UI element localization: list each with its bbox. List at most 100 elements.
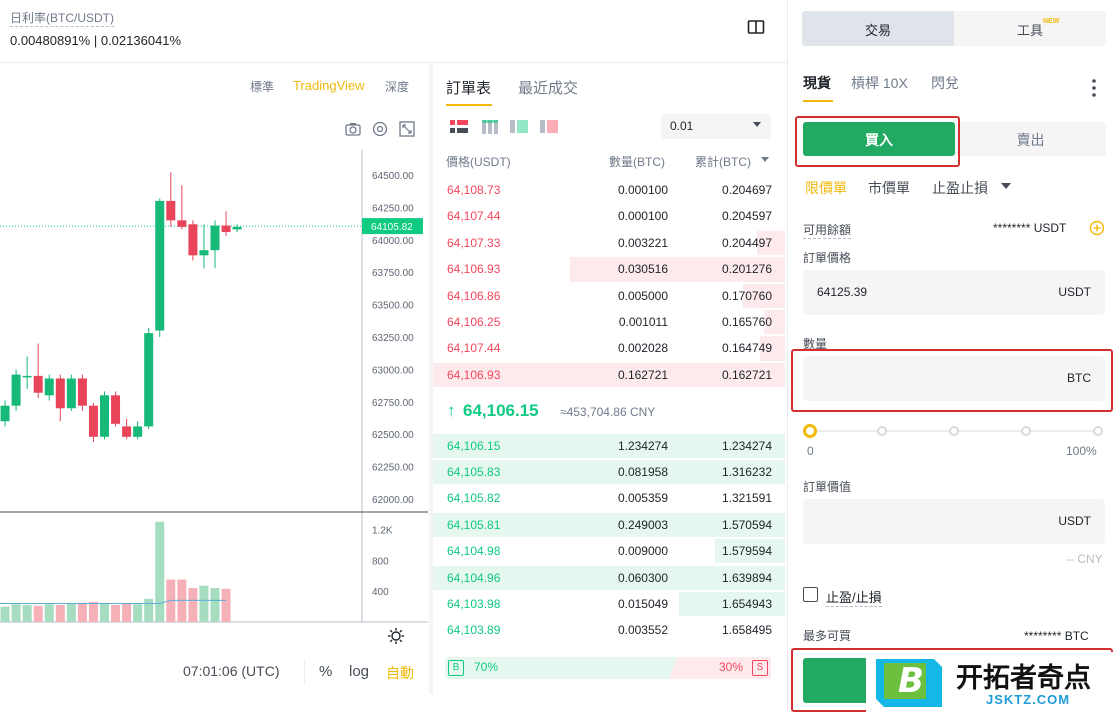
price-tick-label: 63750.00 (372, 268, 414, 279)
mode-convert[interactable]: 閃兌 (931, 73, 959, 93)
order-value-input[interactable]: USDT (803, 499, 1105, 544)
ask-row[interactable]: 64,107.33 0.003221 0.204497 (433, 230, 785, 256)
available-balance-value: ******** USDT (993, 221, 1067, 235)
chart-tab-depth[interactable]: 深度 (385, 78, 409, 95)
precision-select[interactable]: 0.01 (661, 114, 771, 139)
book-view-grid-icon[interactable] (482, 119, 498, 134)
funding-rate-value: 0.00480891% | 0.02136041% (10, 33, 182, 48)
volume-bar (199, 585, 209, 622)
funding-rate-label[interactable]: 日利率(BTC/USDT) (10, 9, 114, 27)
ask-row[interactable]: 64,107.44 0.002028 0.164749 (433, 335, 785, 361)
stop-dropdown-icon[interactable] (1001, 183, 1011, 189)
mode-margin[interactable]: 槓桿 10X (851, 73, 908, 93)
add-funds-icon[interactable] (1089, 220, 1105, 236)
book-view-both-icon[interactable] (450, 119, 468, 133)
order-type-limit[interactable]: 限價單 (805, 178, 847, 198)
ask-row[interactable]: 64,106.25 0.001011 0.165760 (433, 309, 785, 335)
chart-tab-tradingview[interactable]: TradingView (293, 78, 365, 93)
candle-body (133, 426, 143, 437)
bid-total: 1.639894 (721, 570, 772, 585)
chart-auto-toggle[interactable]: 自動 (386, 663, 414, 683)
bid-price: 64,106.15 (447, 438, 501, 453)
slider-max-label: 100% (1066, 444, 1097, 458)
bid-row[interactable]: 64,103.89 0.003552 1.658495 (433, 617, 785, 643)
tab-tools[interactable]: 工具 NEW (954, 11, 1106, 46)
candle-body (44, 378, 54, 396)
tab-tools-label: 工具 (1017, 23, 1044, 38)
ask-row[interactable]: 64,106.93 0.162721 0.162721 (433, 362, 785, 388)
ask-row[interactable]: 64,107.44 0.000100 0.204597 (433, 203, 785, 229)
more-options-icon[interactable] (1091, 78, 1097, 98)
volume-tick-label: 1.2K (372, 525, 393, 536)
candle-body (188, 224, 198, 256)
bid-row[interactable]: 64,106.15 1.234274 1.234274 (433, 433, 785, 459)
chart-tab-standard[interactable]: 標準 (250, 78, 274, 95)
ask-qty: 0.000100 (617, 183, 668, 197)
order-price-label: 訂單價格 (803, 251, 852, 265)
amount-slider-handle[interactable] (803, 424, 817, 438)
bid-row[interactable]: 64,103.98 0.015049 1.654943 (433, 591, 785, 617)
available-balance-label: 可用餘額 (803, 223, 852, 239)
bid-row[interactable]: 64,104.96 0.060300 1.639894 (433, 565, 785, 591)
volume-bar (210, 588, 220, 622)
ask-row[interactable]: 64,108.73 0.000100 0.204697 (433, 177, 785, 203)
bid-row[interactable]: 64,104.98 0.009000 1.579594 (433, 538, 785, 564)
ask-price: 64,106.93 (447, 367, 501, 382)
order-type-market[interactable]: 市價單 (868, 178, 910, 198)
ask-total: 0.201276 (721, 262, 772, 277)
sun-settings-icon[interactable] (387, 627, 405, 645)
footer-divider (304, 660, 305, 684)
bid-qty: 0.081958 (617, 464, 668, 479)
slider-step-25[interactable] (877, 426, 887, 436)
tab-orderbook[interactable]: 訂單表 (446, 77, 491, 98)
bid-row[interactable]: 64,105.81 0.249003 1.570594 (433, 512, 785, 538)
col-total-header[interactable]: 累計(BTC) (695, 153, 751, 170)
slider-step-75[interactable] (1021, 426, 1031, 436)
slider-step-50[interactable] (949, 426, 959, 436)
chart-log-toggle[interactable]: log (349, 663, 369, 680)
settings-icon[interactable] (372, 121, 388, 137)
bid-price: 64,103.98 (447, 596, 501, 611)
buy-ratio-badge: B (448, 660, 464, 676)
bid-price: 64,104.96 (447, 570, 501, 585)
chart-percent-toggle[interactable]: % (319, 663, 332, 680)
ask-row[interactable]: 64,106.86 0.005000 0.170760 (433, 283, 785, 309)
price-tick-label: 64500.00 (372, 171, 414, 182)
ask-total: 0.204597 (721, 209, 772, 224)
book-open-icon[interactable] (747, 19, 765, 35)
volume-bar (155, 521, 165, 622)
tab-trade[interactable]: 交易 (802, 11, 954, 46)
ask-row[interactable]: 64,106.93 0.030516 0.201276 (433, 256, 785, 282)
price-chart[interactable]: 64500.00 64250.00 64000.00 63750.00 63500.00… (0, 150, 428, 630)
book-view-bids-icon[interactable] (510, 119, 528, 133)
price-tick-label: 62500.00 (372, 430, 414, 441)
panel-divider (787, 0, 788, 713)
candle-body (111, 395, 121, 424)
bid-qty: 0.003552 (617, 623, 668, 638)
mode-spot[interactable]: 現貨 (803, 73, 831, 93)
slider-step-100[interactable] (1093, 426, 1103, 436)
price-tick-label: 62250.00 (372, 463, 414, 474)
bid-row[interactable]: 64,105.83 0.081958 1.316232 (433, 459, 785, 485)
candle-body (66, 378, 76, 409)
price-tick-label: 63250.00 (372, 333, 414, 344)
order-price-value: 64125.39 (817, 285, 868, 299)
col-price-header: 價格(USDT) (446, 155, 511, 169)
volume-bar (0, 606, 10, 622)
tab-recent-trades[interactable]: 最近成交 (518, 77, 578, 98)
sort-down-icon[interactable] (761, 157, 769, 162)
book-view-asks-icon[interactable] (540, 119, 558, 133)
ask-qty: 0.162721 (617, 367, 668, 382)
volume-bar (55, 605, 65, 622)
camera-icon[interactable] (345, 121, 361, 137)
bid-row[interactable]: 64,105.82 0.005359 1.321591 (433, 485, 785, 511)
fullscreen-icon[interactable] (399, 121, 415, 137)
tpsl-label[interactable]: 止盈/止損 (826, 587, 882, 607)
bid-total: 1.321591 (721, 491, 772, 506)
max-buy-label: 最多可買 (803, 629, 852, 643)
order-price-input[interactable]: 64125.39 USDT (803, 270, 1105, 315)
tpsl-checkbox[interactable] (803, 587, 818, 602)
order-type-stop[interactable]: 止盈止損 (932, 178, 988, 198)
order-price-unit: USDT (1058, 285, 1091, 299)
sell-button[interactable]: 賣出 (955, 122, 1106, 156)
